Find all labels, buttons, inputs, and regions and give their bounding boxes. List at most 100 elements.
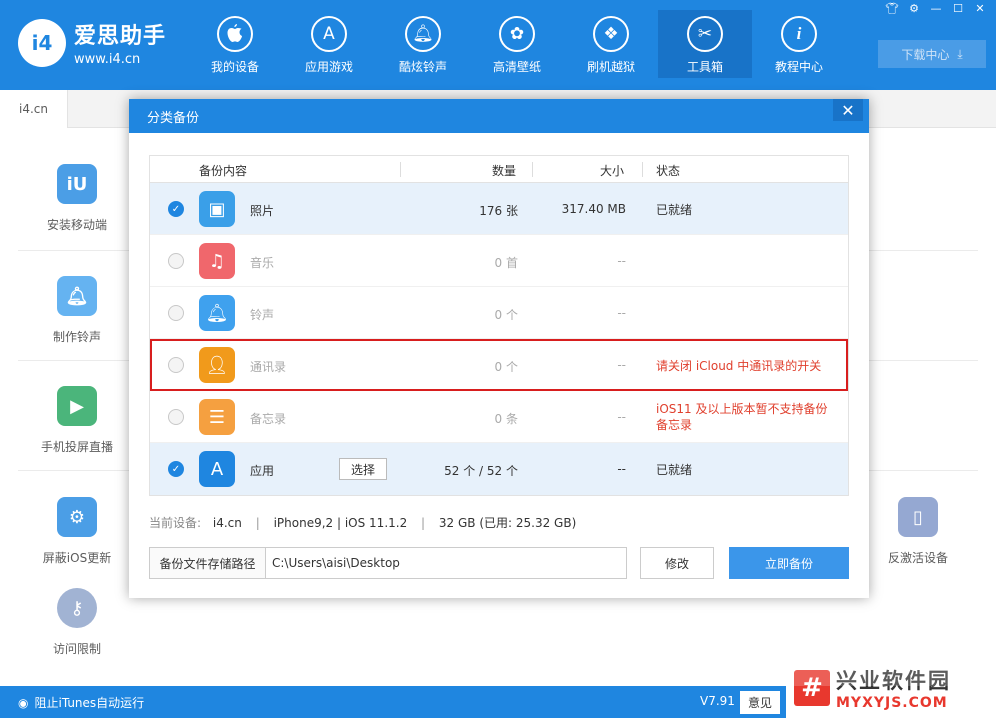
checkbox-notes[interactable] bbox=[168, 409, 184, 425]
row-size: -- bbox=[617, 306, 626, 320]
close-icon[interactable]: ✕ bbox=[972, 2, 988, 15]
table-header: 备份内容 数量 大小 状态 bbox=[150, 156, 848, 183]
dropbox-icon: ❖ bbox=[593, 16, 629, 52]
table-row-contacts[interactable]: 👤︎ 通讯录 0 个 -- 请关闭 iCloud 中通讯录的开关 bbox=[150, 339, 848, 391]
app-logo[interactable]: i4 爱思助手 www.i4.cn bbox=[18, 18, 166, 67]
table-row-notes[interactable]: ☰ 备忘录 0 条 -- iOS11 及以上版本暂不支持备份备忘录 bbox=[150, 391, 848, 443]
table-row-photos[interactable]: ✓ ▣ 照片 176 张 317.40 MB 已就绪 bbox=[150, 183, 848, 235]
watermark-en: MYXYJS.COM bbox=[836, 695, 948, 711]
download-center-button[interactable]: 下载中心 ⤓ bbox=[878, 40, 986, 68]
device-storage: 32 GB (已用: 25.32 GB) bbox=[438, 516, 577, 530]
backup-path-field[interactable]: C:\Users\aisi\Desktop bbox=[266, 547, 627, 579]
row-status: 已就绪 bbox=[656, 463, 693, 477]
checkbox-apps[interactable]: ✓ bbox=[168, 461, 184, 477]
nav-flash-jailbreak[interactable]: ❖ 刷机越狱 bbox=[564, 10, 658, 78]
checkbox-contacts[interactable] bbox=[168, 357, 184, 373]
separator: | bbox=[255, 516, 260, 530]
backup-now-button[interactable]: 立即备份 bbox=[729, 547, 849, 579]
path-row: 备份文件存储路径 C:\Users\aisi\Desktop bbox=[149, 547, 627, 579]
top-header: i4 爱思助手 www.i4.cn 我的设备 A 应用游戏 🔔︎ 酷炫铃声 ✿ … bbox=[0, 0, 996, 90]
nav-label: 工具箱 bbox=[686, 60, 723, 74]
nav-apps-games[interactable]: A 应用游戏 bbox=[282, 10, 376, 78]
row-count: 0 条 bbox=[494, 412, 518, 426]
device-label: 当前设备: bbox=[149, 516, 202, 530]
row-size: -- bbox=[617, 410, 626, 424]
device-info: 当前设备: i4.cn | iPhone9,2 | iOS 11.1.2 | 3… bbox=[149, 514, 576, 531]
contacts-icon: 👤︎ bbox=[199, 347, 235, 383]
nav-toolbox[interactable]: ✂ 工具箱 bbox=[658, 10, 752, 78]
skin-icon[interactable]: 👕︎ bbox=[884, 2, 900, 15]
nav-wallpapers[interactable]: ✿ 高清壁纸 bbox=[470, 10, 564, 78]
row-name: 应用 bbox=[250, 464, 275, 478]
settings-icon[interactable]: ⚙ bbox=[906, 2, 922, 15]
header-content: 备份内容 bbox=[199, 164, 248, 178]
backup-table: 备份内容 数量 大小 状态 ✓ ▣ 照片 176 张 317.40 MB 已就绪… bbox=[149, 155, 849, 496]
table-row-apps[interactable]: ✓ A 应用 选择 52 个 / 52 个 -- 已就绪 bbox=[150, 443, 848, 495]
row-size: -- bbox=[617, 254, 626, 268]
column-divider bbox=[532, 162, 533, 177]
app-name: 爱思助手 bbox=[74, 24, 167, 49]
version-label: V7.91 bbox=[700, 694, 735, 708]
photos-icon: ▣ bbox=[199, 191, 235, 227]
notes-icon: ☰ bbox=[199, 399, 235, 435]
row-name: 通讯录 bbox=[250, 360, 287, 374]
separator: | bbox=[421, 516, 426, 530]
music-icon: ♫ bbox=[199, 243, 235, 279]
checkbox-ringtones[interactable] bbox=[168, 305, 184, 321]
device-model: iPhone9,2 | iOS 11.1.2 bbox=[273, 516, 408, 530]
row-size: -- bbox=[617, 462, 626, 476]
header-size: 大小 bbox=[600, 164, 625, 178]
choose-apps-button[interactable]: 选择 bbox=[339, 458, 387, 480]
block-itunes-label: 阻止iTunes自动运行 bbox=[34, 696, 145, 710]
row-count: 176 张 bbox=[479, 204, 518, 218]
row-name: 备忘录 bbox=[250, 412, 287, 426]
table-row-music[interactable]: ♫ 音乐 0 首 -- bbox=[150, 235, 848, 287]
logo-mark: i4 bbox=[18, 18, 66, 67]
nav-label: 我的设备 bbox=[210, 60, 259, 74]
path-label: 备份文件存储路径 bbox=[149, 547, 266, 579]
nav-tutorials[interactable]: i 教程中心 bbox=[752, 10, 846, 78]
app-url: www.i4.cn bbox=[74, 52, 141, 67]
header-count: 数量 bbox=[492, 164, 517, 178]
nav-ringtones[interactable]: 🔔︎ 酷炫铃声 bbox=[376, 10, 470, 78]
category-backup-dialog: 分类备份 ✕ 备份内容 数量 大小 状态 ✓ ▣ 照片 176 张 317.40… bbox=[129, 99, 869, 598]
row-count: 52 个 / 52 个 bbox=[444, 464, 518, 478]
nav-label: 高清壁纸 bbox=[492, 60, 541, 74]
table-row-ringtones[interactable]: 🔔︎ 铃声 0 个 -- bbox=[150, 287, 848, 339]
row-name: 铃声 bbox=[250, 308, 275, 322]
header-status: 状态 bbox=[656, 164, 681, 178]
app-store-icon: A bbox=[199, 451, 235, 487]
bell-icon: 🔔︎ bbox=[405, 16, 441, 52]
row-status-warning: iOS11 及以上版本暂不支持备份备忘录 bbox=[656, 402, 828, 432]
feedback-button[interactable]: 意见 bbox=[740, 691, 781, 714]
row-count: 0 个 bbox=[494, 308, 518, 322]
tools-icon: ✂ bbox=[687, 16, 723, 52]
nav-label: 应用游戏 bbox=[304, 60, 353, 74]
minimize-icon[interactable]: — bbox=[928, 2, 944, 15]
info-icon: i bbox=[781, 16, 817, 52]
window-controls: 👕︎ ⚙ — ☐ ✕ bbox=[884, 2, 988, 15]
row-status: 已就绪 bbox=[656, 203, 693, 217]
row-count: 0 首 bbox=[494, 256, 518, 270]
close-icon[interactable]: ✕ bbox=[833, 99, 863, 121]
nav-label: 酷炫铃声 bbox=[398, 60, 447, 74]
column-divider bbox=[400, 162, 401, 177]
block-itunes-toggle[interactable]: ◉ 阻止iTunes自动运行 bbox=[18, 694, 144, 711]
nav-label: 教程中心 bbox=[774, 60, 823, 74]
dialog-header: 分类备份 ✕ bbox=[129, 99, 869, 133]
modify-path-button[interactable]: 修改 bbox=[640, 547, 714, 579]
row-name: 音乐 bbox=[250, 256, 275, 270]
circle-icon: ◉ bbox=[18, 695, 29, 710]
nav-my-device[interactable]: 我的设备 bbox=[188, 10, 282, 78]
download-center-label: 下载中心 bbox=[901, 47, 950, 62]
download-icon: ⤓ bbox=[957, 46, 963, 61]
apple-icon bbox=[217, 16, 253, 52]
checkbox-music[interactable] bbox=[168, 253, 184, 269]
flower-icon: ✿ bbox=[499, 16, 535, 52]
maximize-icon[interactable]: ☐ bbox=[950, 2, 966, 15]
bell-icon: 🔔︎ bbox=[199, 295, 235, 331]
checkbox-photos[interactable]: ✓ bbox=[168, 201, 184, 217]
nav-label: 刷机越狱 bbox=[586, 60, 635, 74]
column-divider bbox=[642, 162, 643, 177]
row-count: 0 个 bbox=[494, 360, 518, 374]
